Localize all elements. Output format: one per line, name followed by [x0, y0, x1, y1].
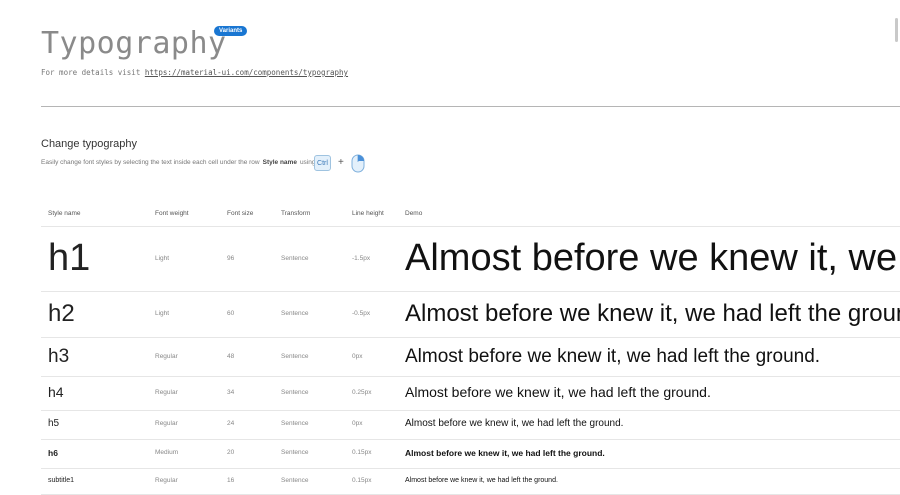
transform-cell: Sentence: [281, 310, 309, 317]
font-weight-cell: Light: [155, 255, 170, 262]
demo-text-h1: Almost before we knew it, we had left th…: [405, 237, 900, 279]
font-size-cell: 24: [227, 420, 235, 427]
header-font-size: Font size: [227, 210, 254, 217]
table-row-h4: h4 Regular 34 Sentence 0.25px Almost bef…: [41, 376, 900, 411]
table-row-h3: h3 Regular 48 Sentence 0px Almost before…: [41, 337, 900, 377]
font-weight-cell: Regular: [155, 420, 178, 427]
demo-text-subtitle1: Almost before we knew it, we had left th…: [405, 477, 558, 484]
demo-text-h4: Almost before we knew it, we had left th…: [405, 384, 711, 400]
line-height-cell: 0.15px: [352, 477, 372, 484]
details-prefix: For more details visit: [41, 68, 141, 77]
font-weight-cell: Regular: [155, 477, 178, 484]
style-name-h5[interactable]: h5: [48, 418, 59, 429]
line-height-cell: 0px: [352, 420, 363, 427]
demo-text-h5: Almost before we knew it, we had left th…: [405, 418, 624, 429]
variants-badge: Variants: [214, 26, 248, 36]
section-description: Easily change font styles by selecting t…: [41, 159, 315, 166]
style-name-h1[interactable]: h1: [48, 237, 90, 280]
section-title: Change typography: [41, 138, 138, 150]
transform-cell: Sentence: [281, 449, 309, 456]
table-row-h2: h2 Light 60 Sentence -0.5px Almost befor…: [41, 291, 900, 338]
font-weight-cell: Regular: [155, 353, 178, 360]
mouse-click-icon: [351, 153, 365, 178]
header-demo: Demo: [405, 210, 423, 217]
transform-cell: Sentence: [281, 255, 309, 262]
page-header: Typography: [41, 26, 227, 62]
transform-cell: Sentence: [281, 420, 309, 427]
details-line: For more details visit https://material-…: [41, 68, 348, 77]
line-height-cell: 0px: [352, 353, 363, 360]
demo-text-h3: Almost before we knew it, we had left th…: [405, 346, 821, 367]
table-row-h6: h6 Medium 20 Sentence 0.15px Almost befo…: [41, 439, 900, 469]
line-height-cell: -0.5px: [352, 310, 371, 317]
desc-bold: Style name: [262, 159, 297, 166]
header-style-name: Style name: [48, 210, 81, 217]
ctrl-key-icon: Ctrl: [314, 155, 331, 171]
line-height-cell: 0.25px: [352, 389, 372, 396]
font-size-cell: 34: [227, 389, 235, 396]
table-row-h5: h5 Regular 24 Sentence 0px Almost before…: [41, 410, 900, 440]
line-height-cell: 0.15px: [352, 449, 372, 456]
demo-text-h6: Almost before we knew it, we had left th…: [405, 448, 605, 458]
desc-prefix: Easily change font styles by selecting t…: [41, 159, 260, 166]
font-size-cell: 96: [227, 255, 235, 262]
table-row-h1: h1 Light 96 Sentence -1.5px Almost befor…: [41, 226, 900, 292]
header-divider: [41, 106, 900, 107]
plus-sign: +: [338, 157, 344, 168]
table-row-subtitle1: subtitle1 Regular 16 Sentence 0.15px Alm…: [41, 468, 900, 495]
page-title: Typography: [41, 26, 227, 61]
transform-cell: Sentence: [281, 353, 309, 360]
style-name-subtitle1[interactable]: subtitle1: [48, 477, 74, 484]
font-weight-cell: Regular: [155, 389, 178, 396]
header-transform: Transform: [281, 210, 311, 217]
font-size-cell: 48: [227, 353, 235, 360]
font-size-cell: 60: [227, 310, 235, 317]
font-weight-cell: Medium: [155, 449, 179, 456]
font-weight-cell: Light: [155, 310, 170, 317]
scrollbar-thumb[interactable]: [895, 18, 898, 42]
line-height-cell: -1.5px: [352, 255, 371, 262]
docs-link[interactable]: https://material-ui.com/components/typog…: [145, 68, 348, 77]
style-name-h6[interactable]: h6: [48, 448, 58, 458]
style-name-h3[interactable]: h3: [48, 346, 69, 368]
header-line-height: Line height: [352, 210, 384, 217]
font-size-cell: 16: [227, 477, 235, 484]
style-name-h2[interactable]: h2: [48, 300, 75, 328]
style-name-h4[interactable]: h4: [48, 384, 64, 400]
header-font-weight: Font weight: [155, 210, 189, 217]
transform-cell: Sentence: [281, 389, 309, 396]
transform-cell: Sentence: [281, 477, 309, 484]
font-size-cell: 20: [227, 449, 235, 456]
table-header: Style name Font weight Font size Transfo…: [41, 200, 900, 227]
demo-text-h2: Almost before we knew it, we had left th…: [405, 300, 900, 327]
